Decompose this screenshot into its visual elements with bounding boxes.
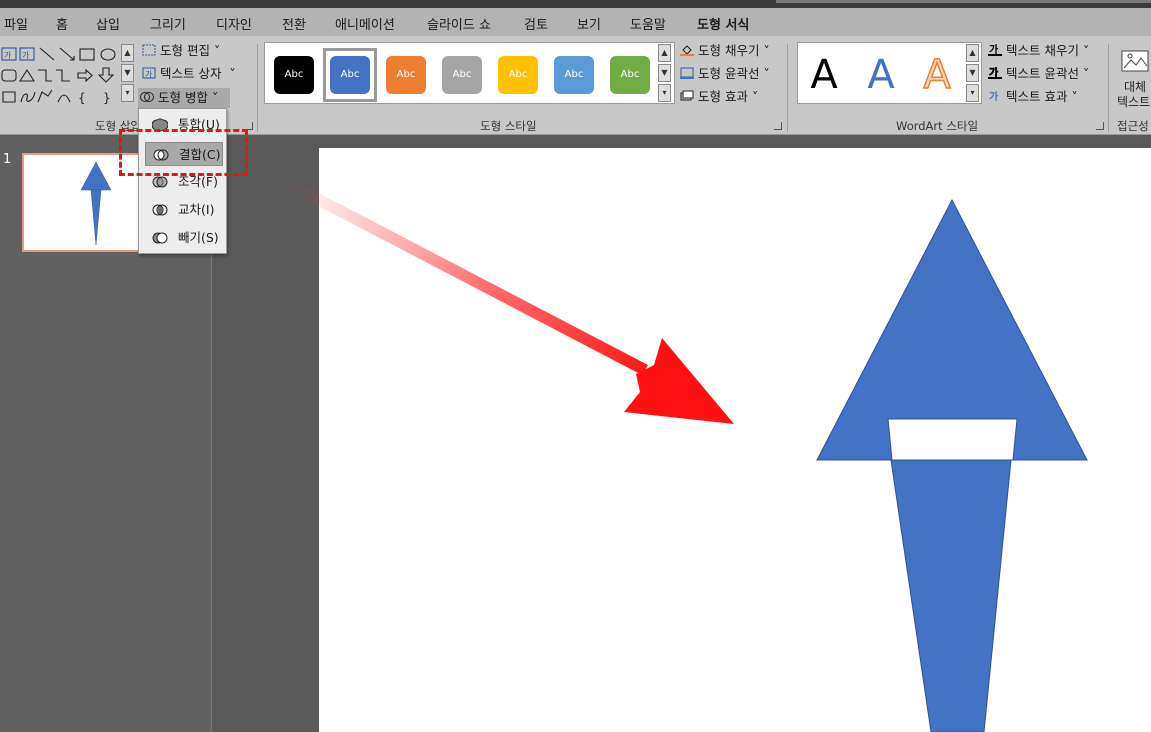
shape-effects-button[interactable]: 도형 효과 ˅	[678, 87, 758, 107]
slide-canvas[interactable]	[319, 148, 1151, 732]
style-swatch-gold[interactable]: Abc	[498, 56, 538, 94]
tab-help[interactable]: 도움말	[630, 14, 666, 33]
text-fill-label: 텍스트 채우기	[1006, 43, 1079, 58]
shape-gallery-scroll-up[interactable]: ▲	[121, 44, 134, 62]
text-box-button[interactable]: 가 텍스트 상자 ˅	[140, 64, 236, 84]
style-swatch-green[interactable]: Abc	[610, 56, 650, 94]
shape-fill-label: 도형 채우기	[698, 43, 760, 58]
menu-item-subtract-label: 빼기(S)	[178, 230, 219, 245]
tab-file[interactable]: 파일	[4, 14, 28, 33]
svg-text:가: 가	[22, 51, 30, 60]
shape-styles-gallery: Abc Abc Abc Abc Abc Abc Abc	[264, 42, 675, 104]
style-swatch-black[interactable]: Abc	[274, 56, 314, 94]
wordart-style-blue[interactable]: A	[857, 51, 905, 99]
shape-effects-icon	[680, 90, 694, 101]
style-swatch-orange[interactable]: Abc	[386, 56, 426, 94]
styles-more[interactable]: ▾	[658, 84, 671, 102]
wordart-style-orange-outline[interactable]: A	[913, 51, 961, 99]
tab-review[interactable]: 검토	[524, 14, 548, 33]
style-swatch-lightblue[interactable]: Abc	[554, 56, 594, 94]
tab-slideshow[interactable]: 슬라이드 쇼	[427, 14, 491, 33]
accessibility-group-label: 접근성	[1117, 119, 1149, 133]
paint-bucket-icon	[680, 45, 694, 56]
text-outline-icon: 가	[988, 67, 1002, 79]
styles-scroll-down[interactable]: ▼	[658, 64, 671, 82]
group-separator	[1108, 44, 1109, 132]
shape-effects-label: 도형 효과	[698, 89, 748, 104]
styles-scroll-up[interactable]: ▲	[658, 44, 671, 62]
svg-text:가: 가	[989, 90, 999, 102]
text-effects-label: 텍스트 효과	[1006, 89, 1068, 104]
text-effects-button[interactable]: 가 텍스트 효과 ˅	[986, 87, 1078, 107]
pen-outline-icon	[680, 67, 694, 79]
shape-styles-launcher[interactable]	[774, 122, 782, 130]
wordart-gallery: A A A	[797, 42, 982, 104]
shape-fill-button[interactable]: 도형 채우기 ˅	[678, 41, 770, 61]
arrow-shape[interactable]	[319, 148, 1151, 732]
merge-shapes-label: 도형 병합	[158, 90, 208, 105]
tab-insert[interactable]: 삽입	[96, 14, 120, 33]
menu-item-intersect[interactable]: 교차(I)	[145, 198, 223, 222]
edit-shape-button[interactable]: 도형 편집 ˅	[140, 41, 220, 61]
wordart-scroll-up[interactable]: ▲	[966, 44, 979, 62]
tab-home[interactable]: 홈	[56, 14, 68, 33]
svg-text:가: 가	[145, 70, 153, 79]
shape-gallery-more[interactable]: ▾	[121, 84, 134, 102]
wordart-scroll-down[interactable]: ▼	[966, 64, 979, 82]
merge-shapes-icon	[140, 92, 154, 102]
wordart-launcher[interactable]	[1096, 122, 1104, 130]
shape-outline-button[interactable]: 도형 윤곽선 ˅	[678, 64, 770, 84]
tab-draw[interactable]: 그리기	[150, 14, 186, 33]
highlight-box	[119, 129, 248, 176]
text-box-icon: 가	[142, 67, 156, 79]
shape-gallery-scroll-down[interactable]: ▼	[121, 64, 134, 82]
text-effects-icon: 가	[989, 90, 999, 102]
intersect-icon	[152, 204, 168, 216]
text-fill-button[interactable]: 가 텍스트 채우기 ˅	[986, 41, 1089, 61]
subtract-icon	[152, 232, 168, 244]
group-separator	[787, 44, 788, 132]
search-bar-edge	[776, 0, 1151, 3]
text-box-label: 텍스트 상자	[160, 66, 222, 81]
tab-transitions[interactable]: 전환	[282, 14, 306, 33]
shape-gallery[interactable]: 가 가 { }	[0, 46, 122, 111]
shape-outline-label: 도형 윤곽선	[698, 66, 760, 81]
group-separator	[257, 44, 258, 132]
title-bar-strip	[0, 0, 1151, 8]
shape-gallery-icons: 가 가 { }	[1, 47, 116, 105]
style-swatch-blue[interactable]: Abc	[330, 56, 370, 94]
wordart-style-black[interactable]: A	[800, 51, 848, 99]
tab-view[interactable]: 보기	[577, 14, 601, 33]
alt-text-label-line2: 텍스트	[1117, 95, 1151, 109]
wordart-group-label: WordArt 스타일	[896, 119, 979, 133]
text-outline-label: 텍스트 윤곽선	[1006, 66, 1079, 81]
slide-number: 1	[3, 152, 12, 167]
shape-styles-group-label: 도형 스타일	[480, 119, 537, 133]
svg-text:가: 가	[4, 51, 12, 60]
menu-item-subtract[interactable]: 빼기(S)	[145, 226, 223, 250]
text-fill-icon: 가	[988, 44, 1002, 56]
alt-text-button[interactable]: 대체 텍스트	[1113, 46, 1151, 109]
ribbon-tabs: 파일 홈 삽입 그리기 디자인 전환 애니메이션 슬라이드 쇼 검토 보기 도움…	[0, 8, 1151, 42]
edit-shape-label: 도형 편집	[160, 43, 210, 58]
style-swatch-gray[interactable]: Abc	[442, 56, 482, 94]
svg-text:}: }	[103, 91, 111, 105]
alt-text-icon	[1121, 50, 1149, 72]
edit-shape-icon	[142, 44, 156, 56]
fragment-icon	[152, 176, 168, 188]
wordart-more[interactable]: ▾	[966, 84, 979, 102]
text-outline-button[interactable]: 가 텍스트 윤곽선 ˅	[986, 64, 1089, 84]
svg-text:{: {	[78, 91, 86, 105]
merge-shapes-button[interactable]: 도형 병합 ˅	[138, 88, 230, 108]
tab-design[interactable]: 디자인	[216, 14, 252, 33]
tab-animations[interactable]: 애니메이션	[335, 14, 395, 33]
tab-shape-format[interactable]: 도형 서식	[697, 14, 749, 33]
menu-item-intersect-label: 교차(I)	[178, 202, 215, 217]
